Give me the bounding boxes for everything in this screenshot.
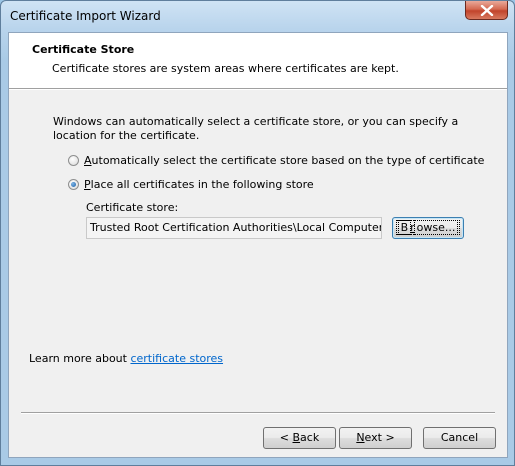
auto-select-label: Automatically select the certificate sto… — [84, 153, 485, 167]
close-button[interactable] — [465, 1, 508, 20]
window-title: Certificate Import Wizard — [10, 9, 161, 23]
title-bar[interactable]: Certificate Import Wizard — [1, 1, 514, 31]
wizard-content: Certificate Store Certificate stores are… — [8, 32, 508, 458]
auto-select-radio[interactable] — [68, 154, 79, 166]
footer-divider — [21, 412, 495, 414]
place-in-store-label: Place all certificates in the following … — [84, 177, 314, 191]
wizard-header: Certificate Store Certificate stores are… — [9, 33, 507, 88]
place-in-store-option[interactable]: Place all certificates in the following … — [68, 177, 314, 191]
page-subtitle: Certificate stores are system areas wher… — [52, 62, 399, 75]
certificate-store-field[interactable]: Trusted Root Certification Authorities\L… — [86, 217, 382, 239]
wizard-window: Certificate Import Wizard Certificate St… — [0, 0, 515, 466]
browse-button[interactable]: Br owse... — [392, 217, 464, 239]
close-icon — [480, 4, 493, 16]
cancel-button[interactable]: Cancel — [423, 427, 496, 449]
certificate-stores-link[interactable]: certificate stores — [130, 352, 223, 365]
header-divider — [9, 88, 507, 90]
next-button[interactable]: Next > — [339, 427, 412, 449]
learn-more-text: Learn more about certificate stores — [29, 352, 224, 365]
auto-select-option[interactable]: Automatically select the certificate sto… — [68, 153, 484, 167]
page-title: Certificate Store — [32, 43, 135, 56]
certificate-store-label: Certificate store: — [86, 201, 179, 214]
intro-text: Windows can automatically select a certi… — [53, 115, 459, 142]
back-button[interactable]: < Back — [263, 427, 336, 449]
place-in-store-radio[interactable] — [68, 178, 79, 190]
